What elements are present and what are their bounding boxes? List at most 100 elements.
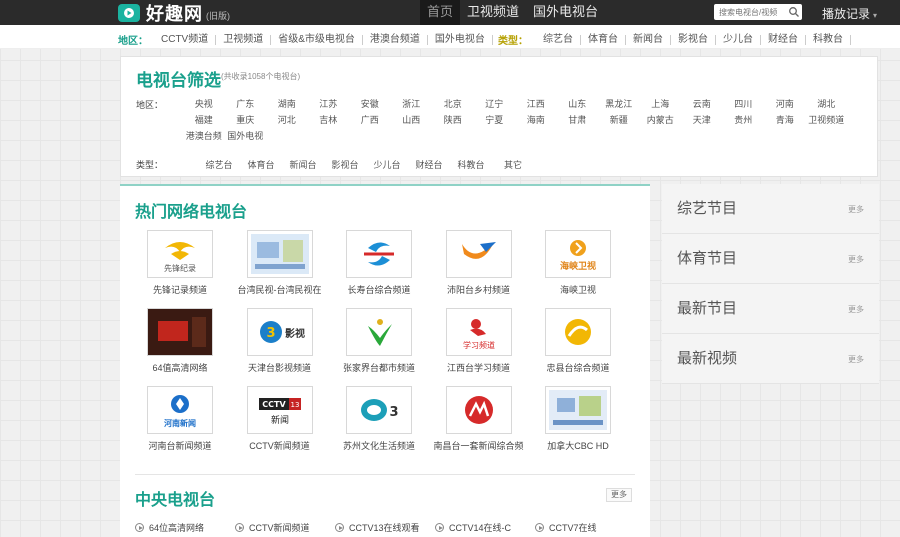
site-logo[interactable]: 好趣网 (旧版) — [118, 2, 230, 24]
sidebar-section-title[interactable]: 综艺节目 — [677, 197, 737, 218]
station-name[interactable]: 苏州文化生活频道 — [331, 439, 427, 452]
region-option[interactable]: 北京 — [432, 97, 474, 113]
cctv-channel-item[interactable]: 64位高清网络 — [135, 521, 235, 534]
sidebar-more-link[interactable]: 更多 — [848, 304, 864, 315]
nav-satellite[interactable]: 卫视频道 — [460, 0, 526, 25]
sidebar-section-title[interactable]: 最新节目 — [677, 297, 737, 318]
region-option[interactable]: 重庆 — [225, 113, 267, 129]
region-option[interactable]: 新疆 — [598, 113, 640, 129]
station-tile[interactable]: 河南新闻河南台新闻频道 — [132, 386, 228, 452]
region-option[interactable]: 安徽 — [349, 97, 391, 113]
station-name[interactable]: 南昌台一套新闻综合频 — [431, 439, 527, 452]
cctv-more-button[interactable]: 更多 — [606, 488, 632, 502]
cctv-channel-item[interactable]: CCTV14在线-C — [435, 521, 535, 534]
region-option[interactable]: 辽宁 — [474, 97, 516, 113]
station-logo[interactable] — [545, 386, 611, 434]
quick-region-cctv[interactable]: CCTV频道 — [154, 34, 217, 45]
station-name[interactable]: 64值高清网络 — [132, 361, 228, 374]
station-name[interactable]: 张家界台都市频道 — [331, 361, 427, 374]
type-option[interactable]: 财经台 — [408, 158, 450, 171]
sidebar-section-title[interactable]: 体育节目 — [677, 247, 737, 268]
station-name[interactable]: 台湾民视-台湾民视在 — [232, 283, 328, 296]
region-option[interactable]: 江苏 — [308, 97, 350, 113]
station-name[interactable]: 沛阳台乡村频道 — [431, 283, 527, 296]
quick-type-sports[interactable]: 体育台 — [581, 34, 626, 45]
station-logo[interactable]: 学习频道 — [445, 308, 512, 356]
region-option[interactable]: 卫视频道 — [806, 113, 848, 129]
search-input[interactable] — [714, 5, 788, 19]
station-tile[interactable]: 张家界台都市频道 — [331, 308, 427, 374]
nav-foreign[interactable]: 国外电视台 — [526, 0, 605, 25]
station-logo[interactable]: 先锋纪录 — [147, 230, 213, 278]
region-option[interactable]: 浙江 — [391, 97, 433, 113]
region-option[interactable]: 云南 — [681, 97, 723, 113]
region-option[interactable]: 湖南 — [266, 97, 308, 113]
nav-home[interactable]: 首页 — [420, 0, 461, 25]
station-tile[interactable]: 长寿台综合频道 — [331, 230, 427, 296]
region-option[interactable]: 黑龙江 — [598, 97, 640, 113]
region-option[interactable]: 广东 — [225, 97, 267, 113]
cctv-channel-item[interactable]: CCTV新闻频道 — [235, 521, 335, 534]
station-logo[interactable] — [445, 230, 512, 278]
region-option[interactable]: 上海 — [640, 97, 682, 113]
type-option[interactable]: 科教台 — [450, 158, 492, 171]
station-tile[interactable]: 3 苏州文化生活频道 — [331, 386, 427, 452]
quick-region-foreign[interactable]: 国外电视台 — [428, 34, 493, 45]
region-option[interactable]: 河北 — [266, 113, 308, 129]
station-tile[interactable]: CCTV 13 新闻 CCTV新闻频道 — [232, 386, 328, 452]
region-option[interactable]: 山西 — [391, 113, 433, 129]
sidebar-more-link[interactable]: 更多 — [848, 354, 864, 365]
sidebar-section-title[interactable]: 最新视频 — [677, 347, 737, 368]
quick-type-movies[interactable]: 影视台 — [671, 34, 716, 45]
type-option[interactable]: 综艺台 — [198, 158, 240, 171]
search-icon[interactable] — [788, 6, 800, 18]
region-option[interactable]: 江西 — [515, 97, 557, 113]
station-tile[interactable]: 3 影视天津台影视频道 — [232, 308, 328, 374]
region-option[interactable]: 广西 — [349, 113, 391, 129]
station-logo[interactable]: 海峡卫视 — [545, 230, 611, 278]
quick-region-provincial[interactable]: 省级&市级电视台 — [271, 34, 363, 45]
quick-region-satellite[interactable]: 卫视频道 — [216, 34, 272, 45]
region-option[interactable]: 国外电视 — [225, 129, 267, 145]
region-option[interactable]: 贵州 — [723, 113, 765, 129]
sidebar-more-link[interactable]: 更多 — [848, 254, 864, 265]
region-option[interactable]: 内蒙古 — [640, 113, 682, 129]
region-option[interactable]: 青海 — [764, 113, 806, 129]
type-option[interactable]: 其它 — [492, 158, 534, 171]
cctv-channel-item[interactable]: CCTV7在线 — [535, 521, 635, 534]
station-logo[interactable]: 3 影视 — [246, 308, 313, 356]
play-history[interactable]: 播放记录 ▾ — [822, 5, 877, 22]
quick-type-news[interactable]: 新闻台 — [626, 34, 671, 45]
region-option[interactable]: 陕西 — [432, 113, 474, 129]
station-tile[interactable]: 先锋纪录 先锋记录频道 — [132, 230, 228, 296]
station-logo[interactable] — [445, 386, 512, 434]
station-logo[interactable]: 河南新闻 — [147, 386, 213, 434]
type-option[interactable]: 新闻台 — [282, 158, 324, 171]
type-option[interactable]: 少儿台 — [366, 158, 408, 171]
region-option[interactable]: 宁夏 — [474, 113, 516, 129]
station-name[interactable]: 河南台新闻频道 — [132, 439, 228, 452]
region-option[interactable]: 央视 — [183, 97, 225, 113]
station-logo[interactable] — [346, 230, 412, 278]
quick-type-science[interactable]: 科教台 — [806, 34, 851, 45]
station-name[interactable]: 江西台学习频道 — [431, 361, 527, 374]
station-name[interactable]: 天津台影视频道 — [232, 361, 328, 374]
type-option[interactable]: 体育台 — [240, 158, 282, 171]
quick-type-variety[interactable]: 综艺台 — [536, 34, 581, 45]
quick-region-hk-macau-tw[interactable]: 港澳台频道 — [363, 34, 428, 45]
station-name[interactable]: 加拿大CBC HD — [530, 439, 626, 452]
region-option[interactable]: 天津 — [681, 113, 723, 129]
station-logo[interactable] — [545, 308, 611, 356]
region-option[interactable]: 河南 — [764, 97, 806, 113]
station-logo[interactable]: 3 — [346, 386, 412, 434]
cctv-channel-item[interactable]: CCTV13在线观看 — [335, 521, 435, 534]
station-name[interactable]: 长寿台综合频道 — [331, 283, 427, 296]
sidebar-more-link[interactable]: 更多 — [848, 204, 864, 215]
station-tile[interactable]: 海峡卫视 海峡卫视 — [530, 230, 626, 296]
station-logo[interactable] — [147, 308, 213, 356]
type-option[interactable]: 影视台 — [324, 158, 366, 171]
region-option[interactable]: 四川 — [723, 97, 765, 113]
station-name[interactable]: CCTV新闻频道 — [232, 439, 328, 452]
station-tile[interactable]: 南昌台一套新闻综合频 — [431, 386, 527, 452]
region-option[interactable]: 港澳台频 — [183, 129, 225, 145]
